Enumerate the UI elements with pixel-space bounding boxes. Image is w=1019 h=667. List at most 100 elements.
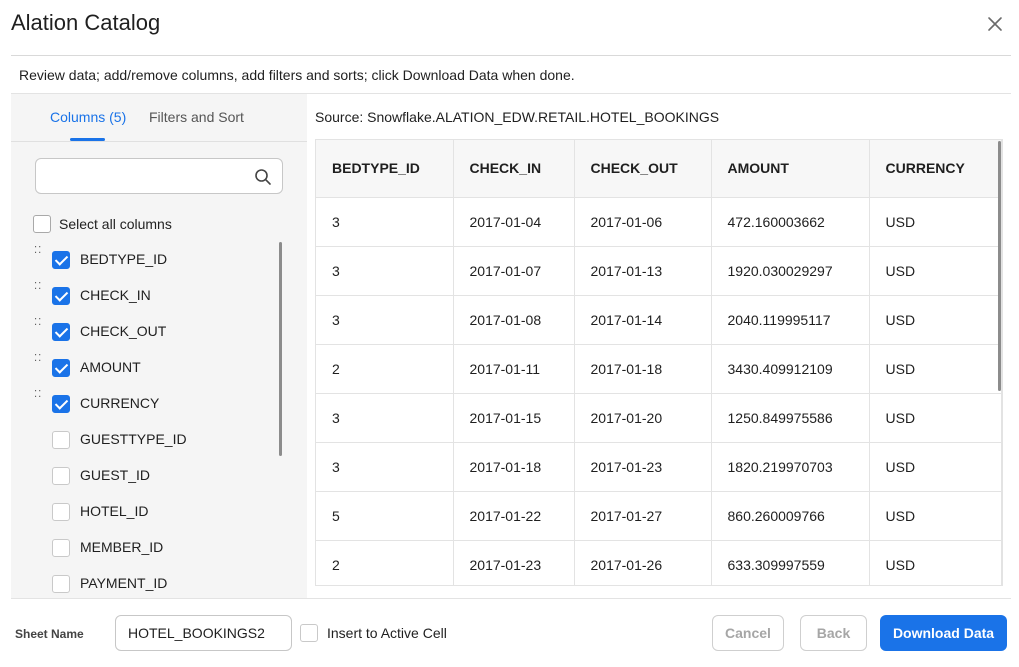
tab-filters-and-sort[interactable]: Filters and Sort (149, 109, 244, 125)
close-icon[interactable] (983, 12, 1007, 36)
column-item-guesttype-id[interactable]: GUESTTYPE_ID (11, 422, 271, 458)
column-checkbox[interactable] (52, 287, 70, 305)
column-item-member-id[interactable]: MEMBER_ID (11, 530, 271, 566)
footer-divider (11, 598, 1011, 599)
download-data-button[interactable]: Download Data (880, 615, 1007, 651)
column-item-check-out[interactable]: ⁚⁚ CHECK_OUT (11, 314, 271, 350)
column-checkbox[interactable] (52, 251, 70, 269)
column-label: PAYMENT_ID (80, 575, 168, 591)
insert-to-active-cell-checkbox[interactable] (300, 624, 318, 642)
column-checkbox[interactable] (52, 395, 70, 413)
table-cell: 2017-01-06 (574, 197, 712, 247)
table-cell: 2017-01-07 (453, 246, 575, 296)
column-search-box (35, 158, 283, 194)
column-header: CURRENCY (869, 140, 1002, 198)
table-cell: USD (869, 393, 1002, 443)
table-cell: 472.160003662 (711, 197, 870, 247)
table-cell: 2017-01-23 (453, 540, 575, 585)
select-all-checkbox[interactable] (33, 215, 51, 233)
table-cell: 2017-01-11 (453, 344, 575, 394)
column-header: CHECK_OUT (574, 140, 712, 198)
table-cell: 3 (316, 393, 454, 443)
table-cell: 1250.849975586 (711, 393, 870, 443)
table-row: 3 2017-01-04 2017-01-06 472.160003662 US… (316, 197, 1002, 247)
drag-handle-icon[interactable]: ⁚⁚ (34, 390, 42, 404)
column-checkbox[interactable] (52, 323, 70, 341)
column-item-guest-id[interactable]: GUEST_ID (11, 458, 271, 494)
table-cell: USD (869, 540, 1002, 585)
column-checkbox[interactable] (52, 503, 70, 521)
drag-handle-icon[interactable]: ⁚⁚ (34, 318, 42, 332)
column-checkbox[interactable] (52, 431, 70, 449)
table-row: 3 2017-01-08 2017-01-14 2040.119995117 U… (316, 295, 1002, 345)
select-all-columns[interactable]: Select all columns (33, 214, 172, 234)
table-row: 3 2017-01-18 2017-01-23 1820.219970703 U… (316, 442, 1002, 492)
insert-to-active-cell-option[interactable]: Insert to Active Cell (300, 624, 447, 642)
table-row: 2 2017-01-23 2017-01-26 633.309997559 US… (316, 540, 1002, 585)
column-checkbox[interactable] (52, 359, 70, 377)
dialog-header: Alation Catalog (0, 0, 1019, 56)
table-cell: 2017-01-18 (574, 344, 712, 394)
column-checkbox[interactable] (52, 467, 70, 485)
table-cell: 3 (316, 442, 454, 492)
column-label: HOTEL_ID (80, 503, 149, 519)
data-preview-table: BEDTYPE_ID CHECK_IN CHECK_OUT AMOUNT CUR… (315, 139, 1003, 586)
cancel-button[interactable]: Cancel (712, 615, 784, 651)
column-list-scrollbar[interactable] (279, 242, 282, 456)
table-cell: 2040.119995117 (711, 295, 870, 345)
column-header: AMOUNT (711, 140, 870, 198)
table-cell: 2017-01-26 (574, 540, 712, 585)
column-item-payment-id[interactable]: PAYMENT_ID (11, 566, 271, 598)
search-icon[interactable] (254, 168, 272, 186)
column-selector-panel: Columns (5) Filters and Sort Select all … (11, 94, 307, 598)
table-cell: USD (869, 344, 1002, 394)
table-cell: 2017-01-18 (453, 442, 575, 492)
column-checkbox[interactable] (52, 539, 70, 557)
table-cell: 2017-01-04 (453, 197, 575, 247)
back-button[interactable]: Back (800, 615, 867, 651)
table-cell: USD (869, 491, 1002, 541)
column-checkbox[interactable] (52, 575, 70, 593)
column-item-bedtype-id[interactable]: ⁚⁚ BEDTYPE_ID (11, 242, 271, 278)
sheet-name-input[interactable] (115, 615, 292, 651)
table-cell: 3 (316, 197, 454, 247)
insert-to-active-cell-label: Insert to Active Cell (327, 625, 447, 641)
column-label: CHECK_IN (80, 287, 151, 303)
column-search-input[interactable] (44, 165, 244, 187)
drag-handle-icon[interactable]: ⁚⁚ (34, 282, 42, 296)
table-header-row: BEDTYPE_ID CHECK_IN CHECK_OUT AMOUNT CUR… (316, 140, 1002, 198)
column-item-amount[interactable]: ⁚⁚ AMOUNT (11, 350, 271, 386)
table-cell: 3 (316, 295, 454, 345)
table-row: 2 2017-01-11 2017-01-18 3430.409912109 U… (316, 344, 1002, 394)
table-scrollbar[interactable] (998, 141, 1001, 391)
select-all-label: Select all columns (59, 216, 172, 232)
column-item-currency[interactable]: ⁚⁚ CURRENCY (11, 386, 271, 422)
table-cell: 2 (316, 540, 454, 585)
table-cell: USD (869, 442, 1002, 492)
column-label: GUESTTYPE_ID (80, 431, 187, 447)
column-label: CURRENCY (80, 395, 160, 411)
instructions-text: Review data; add/remove columns, add fil… (19, 67, 575, 83)
table-cell: 2017-01-15 (453, 393, 575, 443)
column-label: BEDTYPE_ID (80, 251, 168, 267)
tab-columns[interactable]: Columns (5) (50, 109, 126, 125)
table-cell: 2017-01-27 (574, 491, 712, 541)
table-cell: 2017-01-13 (574, 246, 712, 296)
table-cell: 860.260009766 (711, 491, 870, 541)
sheet-name-label: Sheet Name (15, 627, 84, 641)
table-cell: 2017-01-23 (574, 442, 712, 492)
table-row: 5 2017-01-22 2017-01-27 860.260009766 US… (316, 491, 1002, 541)
dialog-title: Alation Catalog (11, 10, 161, 35)
column-label: GUEST_ID (80, 467, 151, 483)
table-cell: 633.309997559 (711, 540, 870, 585)
column-item-check-in[interactable]: ⁚⁚ CHECK_IN (11, 278, 271, 314)
column-item-hotel-id[interactable]: HOTEL_ID (11, 494, 271, 530)
table-cell: 5 (316, 491, 454, 541)
table-cell: 1820.219970703 (711, 442, 870, 492)
column-label: AMOUNT (80, 359, 141, 375)
drag-handle-icon[interactable]: ⁚⁚ (34, 246, 42, 260)
table-cell: 3430.409912109 (711, 344, 870, 394)
table-cell: 2017-01-22 (453, 491, 575, 541)
drag-handle-icon[interactable]: ⁚⁚ (34, 354, 42, 368)
close-button[interactable] (983, 12, 1007, 36)
